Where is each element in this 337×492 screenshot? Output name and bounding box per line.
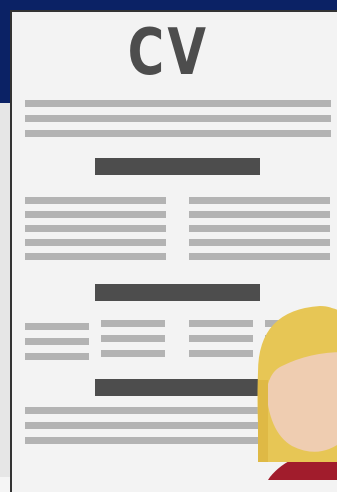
skills-line bbox=[189, 335, 253, 342]
section-heading-bar bbox=[95, 284, 260, 301]
side-background bbox=[0, 103, 12, 477]
intro-line bbox=[25, 130, 331, 137]
skills-line bbox=[101, 320, 165, 327]
skills-line bbox=[101, 335, 165, 342]
left-column-line bbox=[25, 197, 166, 204]
right-column-line bbox=[189, 211, 330, 218]
cv-title: CV bbox=[37, 18, 300, 88]
skills-line bbox=[25, 353, 89, 360]
hair-side bbox=[258, 380, 268, 462]
left-column-line bbox=[25, 239, 166, 246]
intro-line bbox=[25, 100, 331, 107]
section-heading-bar bbox=[95, 379, 260, 396]
left-column-line bbox=[25, 253, 166, 260]
right-column-line bbox=[189, 225, 330, 232]
skills-line bbox=[189, 350, 253, 357]
skills-line bbox=[189, 320, 253, 327]
right-column-line bbox=[189, 239, 330, 246]
left-column-line bbox=[25, 225, 166, 232]
right-column-line bbox=[189, 253, 330, 260]
skills-line bbox=[25, 323, 89, 330]
right-column-line bbox=[189, 197, 330, 204]
intro-line bbox=[25, 115, 331, 122]
skills-line bbox=[25, 338, 89, 345]
woman-avatar-icon bbox=[254, 300, 337, 480]
section-heading-bar bbox=[95, 158, 260, 175]
left-column-line bbox=[25, 211, 166, 218]
skills-line bbox=[101, 350, 165, 357]
